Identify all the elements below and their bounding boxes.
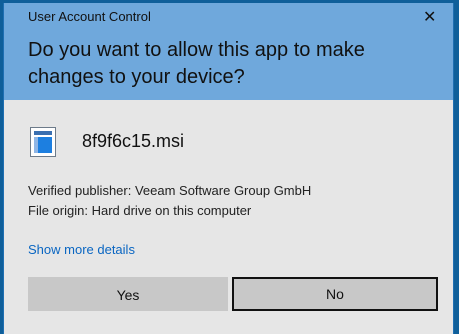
msi-installer-icon <box>30 127 56 157</box>
app-file-name: 8f9f6c15.msi <box>82 131 185 151</box>
dialog-header: User Account Control ✕ Do you want to al… <box>4 3 453 100</box>
prompt-question: Do you want to allow this app to make ch… <box>28 39 365 88</box>
window-title: User Account Control <box>28 9 151 24</box>
close-icon: ✕ <box>423 7 437 26</box>
show-more-details-link[interactable]: Show more details <box>28 242 135 257</box>
verified-publisher: Verified publisher: Veeam Software Group… <box>28 183 312 198</box>
yes-button[interactable]: Yes <box>28 277 228 311</box>
close-button[interactable]: ✕ <box>409 3 453 33</box>
uac-dialog: User Account Control ✕ Do you want to al… <box>3 3 454 334</box>
no-button[interactable]: No <box>232 277 438 311</box>
file-origin: File origin: Hard drive on this computer <box>28 203 252 218</box>
